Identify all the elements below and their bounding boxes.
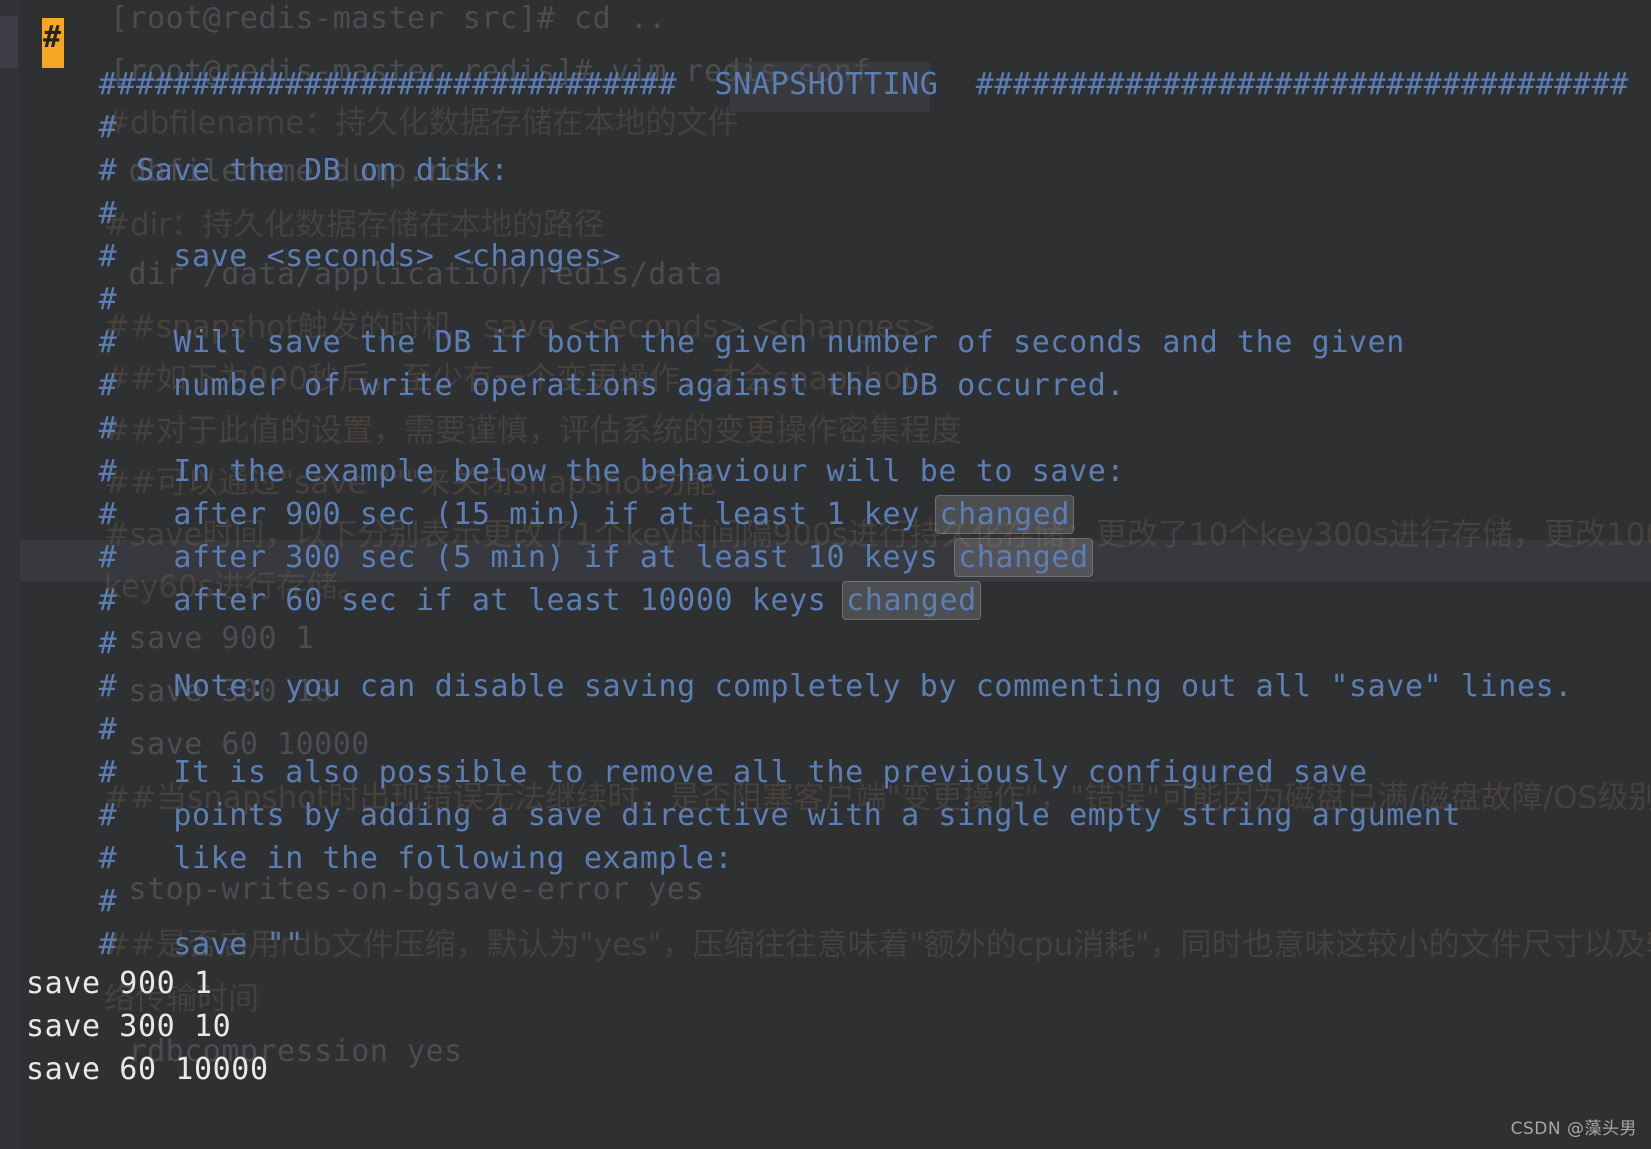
vim-row-10: # after 900 sec (15 min) if at least 1 k… (0, 450, 1651, 534)
comment-hash: # (98, 67, 118, 102)
vim-row-2: # Save the DB on disk: (0, 106, 1651, 188)
comment-hash: # (98, 669, 118, 704)
vim-row-13: # (0, 579, 1651, 661)
comment-hash: # (98, 755, 118, 790)
ghost-line-0: [root@redis-master src]# cd .. (110, 1, 667, 36)
vim-row-0: ############################### SNAPSHOT… (0, 20, 1651, 102)
vim-row-20: # save "" (0, 880, 1651, 962)
ghost-line-8: ##对于此值的设置，需要谨慎，评估系统的变更操作密集程度 (104, 413, 962, 449)
comment-hash: # (98, 927, 118, 962)
vim-row-17: # points by adding a save directive with… (0, 751, 1651, 833)
search-match-changed: changed (935, 495, 1075, 534)
vim-row-14: # Note: you can disable saving completel… (0, 622, 1651, 704)
comment-hash: # (98, 841, 118, 876)
ghost-line-16: stop-writes-on-bgsave-error yes (110, 872, 704, 907)
row-text: after 900 sec (15 min) if at least 1 key (117, 497, 939, 532)
row-text: save "" (117, 927, 304, 962)
save-directive-900: save 900 1 (26, 966, 213, 1001)
comment-hash: # (98, 712, 118, 747)
row-text: ############################## SNAPSHOTT… (117, 67, 1629, 102)
vim-row-3: # (0, 149, 1651, 231)
row-text: Save the DB on disk: (117, 153, 510, 188)
ghost-line-14: save 60 10000 (110, 727, 370, 762)
vim-row-5: # (0, 235, 1651, 317)
ghost-line-5: dir /data/application/redis/data (110, 257, 723, 292)
ghost-panel-1 (730, 62, 930, 112)
ghost-line-13: save 300 10 (110, 674, 333, 709)
vim-cursor-char: # (43, 20, 62, 55)
ghost-line-4: #dir：持久化数据存储在本地的路径 (104, 207, 606, 243)
comment-hash: # (98, 325, 118, 360)
vim-cursor-line-highlight (20, 540, 1651, 582)
vim-gutter-marker (0, 16, 18, 68)
comment-hash: # (98, 626, 118, 661)
comment-hash: # (98, 239, 118, 274)
comment-hash: # (98, 411, 118, 446)
row-text: like in the following example: (117, 841, 734, 876)
row-text: points by adding a save directive with a… (117, 798, 1461, 833)
comment-hash: # (98, 368, 118, 403)
save-directive-60: save 60 10000 (26, 1052, 269, 1087)
search-match-changed: changed (842, 581, 981, 620)
row-text: number of write operations against the D… (117, 368, 1126, 403)
vim-row-19: # (0, 837, 1651, 919)
ghost-line-1: [root@redis-master redis]# vim redis.con… (110, 54, 872, 89)
ghost-line-6: ##snapshot触发的时机，save <seconds> <changes> (104, 309, 937, 345)
comment-hash: # (98, 497, 118, 532)
ghost-line-3: dbfilename dump.rdb (110, 154, 482, 189)
vim-row-16: # It is also possible to remove all the … (0, 708, 1651, 790)
row-text: Note: you can disable saving completely … (117, 669, 1573, 704)
vim-row-11: # after 300 sec (5 min) if at least 10 k… (0, 493, 1651, 577)
ghost-line-9: ##可以通过"save """来关闭snapshot功能 (104, 465, 716, 501)
comment-hash: # (98, 110, 118, 145)
vim-row-7: # number of write operations against the… (0, 321, 1651, 403)
vim-left-rail (0, 0, 20, 1149)
row-text: save <seconds> <changes> (117, 239, 622, 274)
row-text: after 60 sec if at least 10000 keys (117, 583, 846, 618)
vim-row-8: # (0, 364, 1651, 446)
vim-row-18: # like in the following example: (0, 794, 1651, 876)
ghost-line-7: ##如下为900秒后，至少有一个变更操作，才会snapshot (104, 361, 915, 397)
row-text: In the example below the behaviour will … (117, 454, 1126, 489)
comment-hash: # (98, 153, 118, 188)
ghost-line-17: ##是否启用rdb文件压缩，默认为"yes"，压缩往往意味着"额外的cpu消耗"… (104, 927, 1651, 963)
comment-hash: # (98, 884, 118, 919)
ghost-line-15: ##当snapshot时出现错误无法继续时，是否阻塞客户端"变更操作"，"错误"… (104, 780, 1651, 816)
vim-row-9: # In the example below the behaviour wil… (0, 407, 1651, 489)
save-directive-300: save 300 10 (26, 1009, 232, 1044)
vim-row-1: # (0, 63, 1651, 145)
row-text: Will save the DB if both the given numbe… (117, 325, 1405, 360)
comment-hash: # (98, 583, 118, 618)
comment-hash: # (98, 196, 118, 231)
ghost-line-2: #dbfilename：持久化数据存储在本地的文件 (104, 105, 739, 141)
vim-row-6: # Will save the DB if both the given num… (0, 278, 1651, 360)
csdn-watermark: CSDN @藻头男 (1510, 1119, 1637, 1139)
row-text: It is also possible to remove all the pr… (117, 755, 1368, 790)
ghost-line-12: save 900 1 (110, 621, 315, 656)
comment-hash: # (98, 454, 118, 489)
vim-row-15: # (0, 665, 1651, 747)
comment-hash: # (98, 282, 118, 317)
comment-hash: # (98, 798, 118, 833)
vim-row-4: # save <seconds> <changes> (0, 192, 1651, 274)
